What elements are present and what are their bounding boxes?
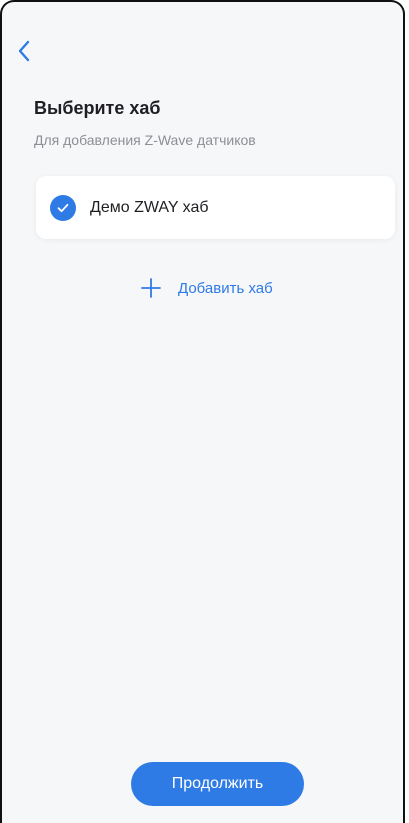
add-hub-label: Добавить хаб (178, 279, 273, 297)
screen: Выберите хаб Для добавления Z-Wave датчи… (0, 0, 405, 823)
page-title: Выберите хаб (34, 98, 161, 118)
add-hub-button[interactable]: Добавить хаб (140, 272, 273, 304)
back-button[interactable] (16, 38, 46, 68)
plus-icon (140, 277, 162, 299)
hub-list-item[interactable]: Демо ZWAY хаб (36, 176, 395, 239)
check-circle-icon (50, 194, 76, 221)
page-subtitle: Для добавления Z-Wave датчиков (34, 132, 256, 148)
continue-button[interactable]: Продолжить (131, 762, 304, 806)
hub-name: Демо ZWAY хаб (90, 198, 209, 216)
chevron-left-icon (16, 39, 32, 68)
